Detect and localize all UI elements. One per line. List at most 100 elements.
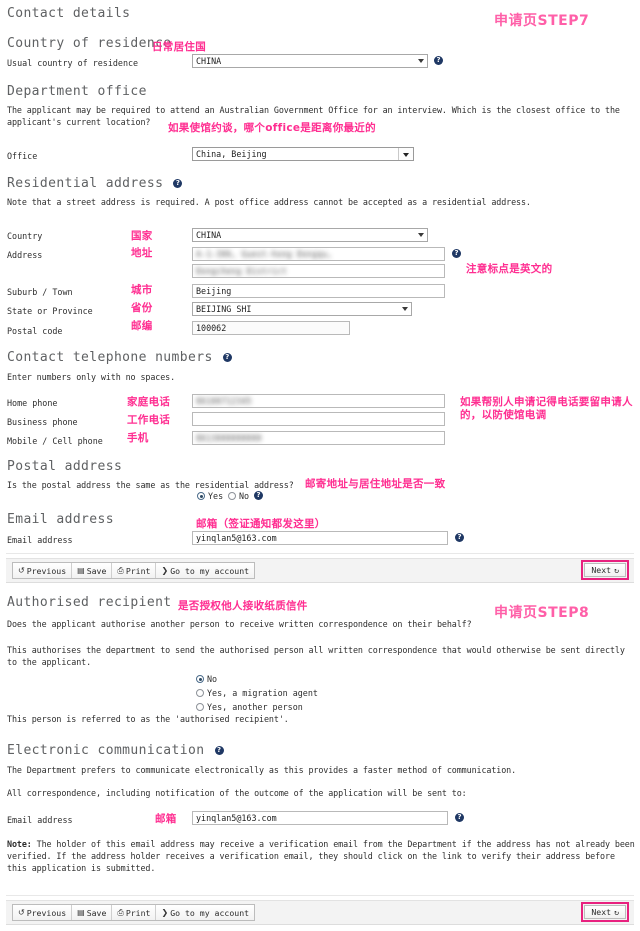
help-icon-electronic-email[interactable]: ?: [455, 813, 464, 822]
annotation-country: 国家: [131, 230, 153, 242]
help-icon-email[interactable]: ?: [455, 533, 464, 542]
previous-button-bottom[interactable]: ↺ Previous: [13, 905, 73, 920]
toolbar-button-group-bottom: ↺ Previous ▤ Save ⎙ Print ❯ Go to my acc…: [12, 904, 256, 921]
next-icon: ↻: [614, 565, 619, 575]
address-line-2-value: Dongcheng District: [196, 266, 287, 276]
email-value: yinqlan5@163.com: [196, 533, 277, 543]
previous-button[interactable]: ↺ Previous: [13, 563, 73, 578]
address-line-1-input[interactable]: A-1-306, Guest-hong Dongqu,: [192, 247, 445, 261]
go-to-my-account-button[interactable]: ❯ Go to my account: [156, 563, 255, 578]
state-value: BEIJING SHI: [196, 304, 252, 314]
business-phone-input[interactable]: [192, 412, 445, 426]
electronic-email-input[interactable]: yinqlan5@163.com: [192, 811, 448, 825]
help-icon-usual-country[interactable]: ?: [434, 56, 443, 65]
state-label: State or Province: [7, 306, 93, 316]
go-to-my-account-label: Go to my account: [170, 565, 250, 576]
postal-same-yes-radio[interactable]: [197, 492, 205, 500]
annotation-state: 省份: [131, 302, 153, 314]
authorised-recipient-paragraph: This authorises the department to send t…: [7, 645, 625, 667]
visa-application-form-page: Contact details 申请页STEP7 Country of resi…: [0, 0, 640, 931]
go-to-my-account-button-bottom[interactable]: ❯ Go to my account: [156, 905, 255, 920]
form-toolbar-top: ↺ Previous ▤ Save ⎙ Print ❯ Go to my acc…: [6, 553, 634, 583]
authorised-option-no-radio[interactable]: [196, 675, 204, 683]
authorised-option-agent-radio[interactable]: [196, 689, 204, 697]
help-icon-postal-same[interactable]: ?: [254, 491, 263, 500]
telephone-heading: Contact telephone numbers: [7, 350, 213, 365]
suburb-label: Suburb / Town: [7, 287, 73, 297]
office-select[interactable]: China, Beijing: [192, 147, 414, 161]
postal-code-input[interactable]: 100062: [192, 321, 350, 335]
email-heading-row: Email address: [7, 512, 114, 527]
annotation-suburb: 城市: [131, 284, 153, 296]
electronic-communication-heading: Electronic communication: [7, 743, 205, 758]
previous-icon: ↺: [18, 566, 25, 575]
electronic-communication-heading-row: Electronic communication ?: [7, 743, 224, 758]
help-icon-telephone[interactable]: ?: [222, 353, 232, 362]
residential-address-heading: Residential address: [7, 176, 164, 191]
country-of-residence-heading: Country of residence: [7, 36, 172, 51]
annotation-office-hint: 如果使馆约谈，哪个office是距离你最近的: [168, 122, 376, 134]
residential-address-note: Note that a street address is required. …: [7, 197, 531, 207]
print-label-bottom: Print: [125, 907, 151, 918]
print-button[interactable]: ⎙ Print: [112, 563, 157, 578]
address-line-2-input[interactable]: Dongcheng District: [192, 264, 445, 278]
help-icon-address[interactable]: ?: [452, 249, 461, 258]
usual-country-select[interactable]: CHINA: [192, 54, 428, 68]
annotation-address: 地址: [131, 247, 153, 259]
authorised-option-person-radio[interactable]: [196, 703, 204, 711]
address-line-1-value: A-1-306, Guest-hong Dongqu,: [196, 249, 333, 259]
annotation-mobile-phone: 手机: [127, 432, 149, 444]
note-prefix: Note:: [7, 839, 32, 849]
home-phone-input[interactable]: 86100712345: [192, 394, 445, 408]
next-button[interactable]: Next ↻: [584, 563, 626, 577]
electronic-communication-paragraph-1: The Department prefers to communicate el…: [7, 765, 517, 775]
previous-label-bottom: Previous: [26, 907, 67, 918]
usual-country-value: CHINA: [196, 56, 222, 66]
electronic-email-value: yinqlan5@163.com: [196, 813, 277, 823]
authorised-recipient-question: Does the applicant authorise another per…: [7, 619, 472, 629]
department-office-heading: Department office: [7, 84, 147, 99]
print-icon: ⎙: [117, 565, 124, 575]
postal-same-no-label: No: [239, 491, 250, 501]
residential-country-value: CHINA: [196, 230, 222, 240]
postal-code-value: 100062: [196, 323, 227, 333]
electronic-email-label: Email address: [7, 815, 73, 825]
department-office-heading-row: Department office: [7, 84, 147, 99]
postal-address-heading: Postal address: [7, 459, 123, 474]
annotation-postal-code: 邮编: [131, 320, 153, 332]
email-input[interactable]: yinqlan5@163.com: [192, 531, 448, 545]
home-phone-label: Home phone: [7, 398, 58, 408]
annotation-business-phone: 工作电话: [127, 414, 171, 426]
next-button-highlight-bottom: Next ↻: [581, 902, 629, 922]
home-phone-value: 86100712345: [196, 396, 252, 406]
contact-details-heading-row: Contact details: [7, 6, 130, 21]
save-label: Save: [86, 565, 107, 576]
next-button-bottom[interactable]: Next ↻: [584, 905, 626, 919]
postal-same-no-radio[interactable]: [228, 492, 236, 500]
save-button-bottom[interactable]: ▤ Save: [72, 905, 113, 920]
chevron-right-icon: ❯: [161, 908, 169, 917]
annotation-email-hint: 邮箱（签证通知都发这里）: [196, 518, 326, 530]
state-select[interactable]: BEIJING SHI: [192, 302, 412, 316]
print-button-bottom[interactable]: ⎙ Print: [112, 905, 157, 920]
email-heading: Email address: [7, 512, 114, 527]
suburb-input[interactable]: Beijing: [192, 284, 445, 298]
authorised-recipient-heading: Authorised recipient: [7, 595, 172, 610]
next-label-bottom: Next: [591, 907, 612, 917]
annotation-home-phone: 家庭电话: [127, 396, 171, 408]
mobile-phone-input[interactable]: 8613000000000: [192, 431, 445, 445]
help-icon-residential-address[interactable]: ?: [173, 179, 183, 188]
help-icon-electronic-communication[interactable]: ?: [214, 746, 224, 755]
suburb-value: Beijing: [196, 286, 232, 296]
annotation-authorised-hint: 是否授权他人接收纸质信件: [178, 600, 308, 612]
previous-label: Previous: [26, 565, 67, 576]
authorised-option-agent-label: Yes, a migration agent: [207, 688, 318, 698]
residential-country-select[interactable]: CHINA: [192, 228, 428, 242]
chevron-right-icon: ❯: [161, 566, 169, 575]
postal-address-question: Is the postal address the same as the re…: [7, 480, 294, 490]
next-button-highlight: Next ↻: [581, 560, 629, 580]
annotation-phone-hint: 如果帮别人申请记得电话要留申请人的，以防使馆电调: [460, 396, 633, 421]
save-button[interactable]: ▤ Save: [72, 563, 113, 578]
authorised-recipient-heading-row: Authorised recipient: [7, 595, 172, 610]
chevron-down-icon: [418, 233, 424, 237]
